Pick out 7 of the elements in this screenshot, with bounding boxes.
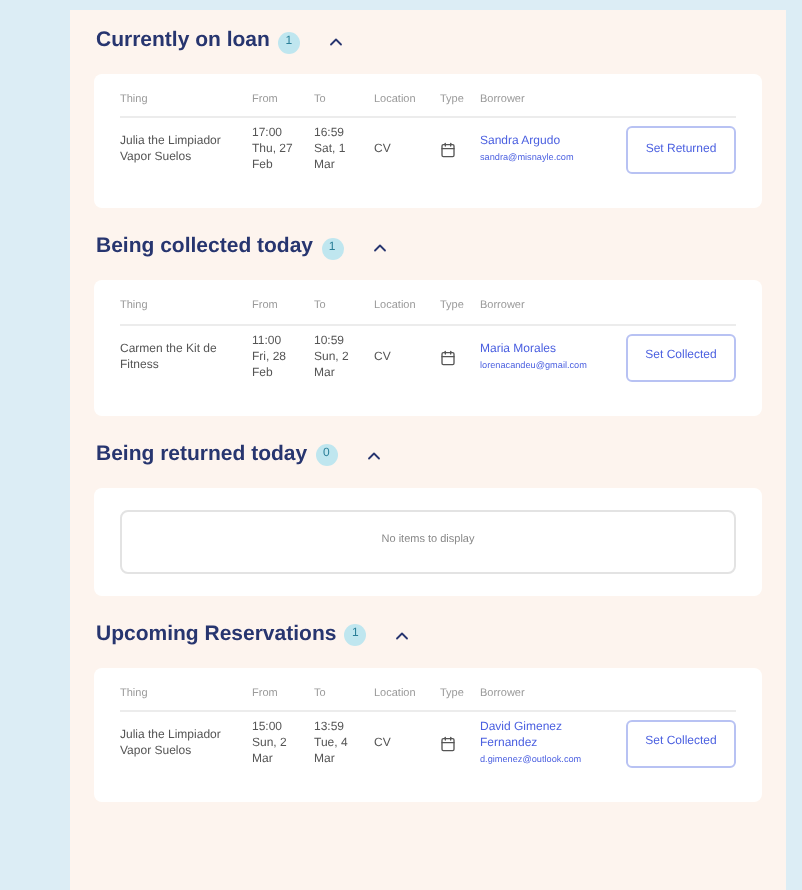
calendar-icon bbox=[440, 349, 456, 365]
calendar-icon bbox=[440, 142, 456, 159]
section-title: Being returned today bbox=[96, 439, 308, 470]
section-title: Being collected today bbox=[96, 232, 314, 263]
calendar-icon bbox=[440, 735, 456, 752]
section-title: Upcoming Reservations bbox=[96, 619, 337, 650]
section-title: Currently on loan bbox=[96, 26, 270, 57]
